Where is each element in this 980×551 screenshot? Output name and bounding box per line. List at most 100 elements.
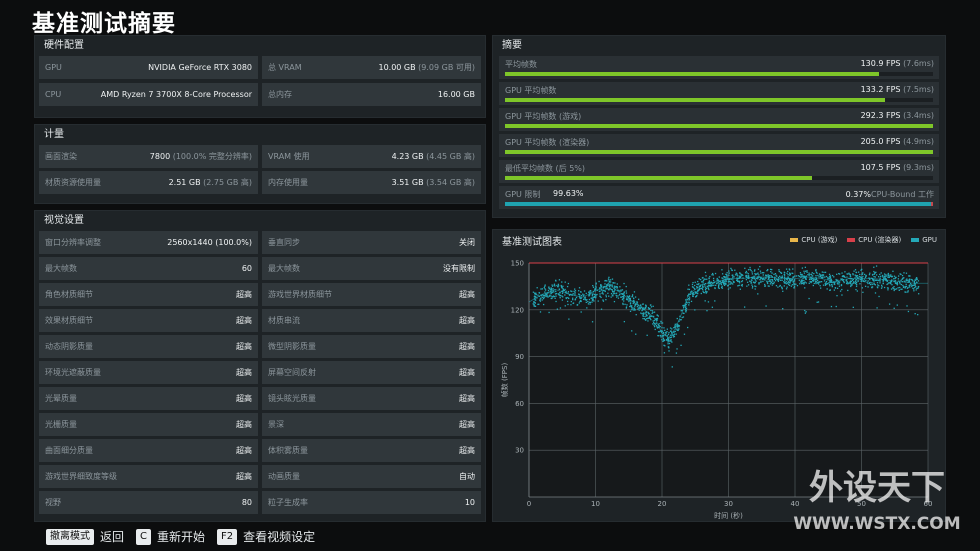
gpu-point — [815, 270, 817, 272]
gpu-point — [746, 281, 749, 283]
gpu-point — [538, 303, 540, 305]
gpu-point — [642, 303, 644, 305]
summary-value: 133.2 FPS (7.5ms) — [860, 85, 934, 94]
gpu-point — [791, 284, 794, 286]
summary-bar-fill — [505, 124, 933, 128]
gpu-point — [726, 274, 728, 277]
gpu-point — [778, 269, 780, 271]
gpu-point — [608, 276, 610, 278]
cpu-bound-label: CPU-Bound 工作 — [870, 190, 934, 199]
metrics-value: 4.23 GB (4.45 GB 高) — [391, 152, 475, 161]
gpu-point — [876, 282, 879, 284]
gpu-point — [846, 281, 848, 283]
gpu-point — [548, 295, 551, 297]
summary-row: GPU 平均帧数 (游戏) 292.3 FPS (3.4ms) — [499, 108, 939, 131]
gpu-point — [663, 327, 665, 329]
metrics-sub: (3.54 GB 高) — [423, 178, 475, 187]
gpu-point — [532, 303, 534, 305]
gpu-point — [703, 291, 705, 294]
legend-label: GPU — [922, 236, 937, 244]
gpu-point — [783, 285, 785, 287]
gpu-point — [751, 287, 754, 289]
x-tick-label: 30 — [724, 500, 733, 508]
gpu-point — [629, 302, 632, 304]
gpu-point — [753, 270, 756, 272]
gpu-point — [611, 289, 613, 291]
gpu-point — [745, 274, 747, 277]
gpu-point — [688, 288, 691, 291]
gpu-point — [648, 316, 651, 318]
footer-action[interactable]: 查看视频设定 — [243, 528, 315, 545]
gpu-point — [544, 291, 546, 293]
footer-action[interactable]: 重新开始 — [157, 528, 205, 545]
gpu-point — [853, 270, 855, 272]
gpu-point — [599, 295, 601, 297]
metrics-cell: 画面渲染 7800 (100.0% 完整分辨率) — [39, 145, 258, 168]
gpu-point — [803, 270, 805, 272]
gpu-point — [823, 280, 826, 282]
gpu-point — [712, 279, 715, 282]
gpu-point — [638, 306, 640, 309]
gpu-point — [770, 271, 772, 273]
gpu-point — [749, 266, 751, 269]
gpu-point — [687, 326, 689, 329]
gpu-point — [890, 280, 893, 283]
setting-cell: 最大帧数 60 — [39, 257, 258, 280]
gpu-point — [712, 277, 715, 280]
gpu-point — [600, 308, 603, 310]
gpu-point — [592, 286, 595, 288]
gpu-point — [618, 290, 621, 292]
gpu-point — [632, 307, 634, 309]
gpu-point — [570, 300, 572, 303]
gpu-point — [875, 274, 878, 276]
gpu-point — [833, 276, 835, 278]
gpu-point — [824, 271, 827, 273]
gpu-point — [819, 287, 822, 289]
gpu-point — [593, 293, 596, 296]
gpu-point — [541, 299, 543, 301]
gpu-point — [588, 291, 590, 293]
gpu-point — [585, 301, 587, 304]
gpu-point — [562, 289, 565, 291]
gpu-point — [801, 273, 803, 276]
footer-action[interactable]: 返回 — [100, 528, 124, 545]
gpu-point — [815, 278, 817, 281]
gpu-point — [674, 323, 676, 325]
gpu-point — [669, 327, 672, 329]
gpu-point — [781, 279, 783, 281]
gpu-point — [591, 301, 593, 303]
x-tick-label: 0 — [527, 500, 531, 508]
gpu-point — [650, 304, 652, 306]
gpu-point — [777, 280, 780, 282]
gpu-point — [838, 285, 841, 287]
setting-value: 超高 — [459, 368, 475, 377]
gpu-point — [813, 278, 815, 280]
gpu-point — [558, 292, 561, 294]
summary-value: 130.9 FPS (7.6ms) — [860, 59, 934, 68]
gpu-point — [914, 284, 916, 286]
gpu-point — [718, 276, 720, 278]
gpu-point — [904, 287, 907, 289]
gpu-point — [579, 297, 581, 299]
gpu-point — [694, 281, 696, 283]
gpu-point — [754, 288, 756, 290]
hardware-value: AMD Ryzen 7 3700X 8-Core Processor — [100, 90, 252, 99]
gpu-point — [793, 279, 795, 282]
gpu-point — [902, 286, 905, 288]
gpu-point — [544, 288, 546, 290]
gpu-point — [792, 268, 794, 270]
gpu-point — [558, 279, 561, 281]
legend-swatch — [790, 238, 799, 242]
gpu-point — [670, 340, 672, 342]
gpu-point — [589, 301, 592, 304]
gpu-point — [821, 271, 823, 273]
gpu-point — [810, 273, 813, 276]
gpu-point — [905, 272, 908, 274]
setting-label: 窗口分辨率调整 — [45, 238, 101, 247]
gpu-point — [702, 280, 704, 282]
gpu-point — [587, 303, 590, 305]
gpu-point — [871, 282, 873, 284]
gpu-point — [534, 302, 536, 304]
gpu-point — [588, 298, 591, 301]
gpu-point — [751, 273, 754, 275]
